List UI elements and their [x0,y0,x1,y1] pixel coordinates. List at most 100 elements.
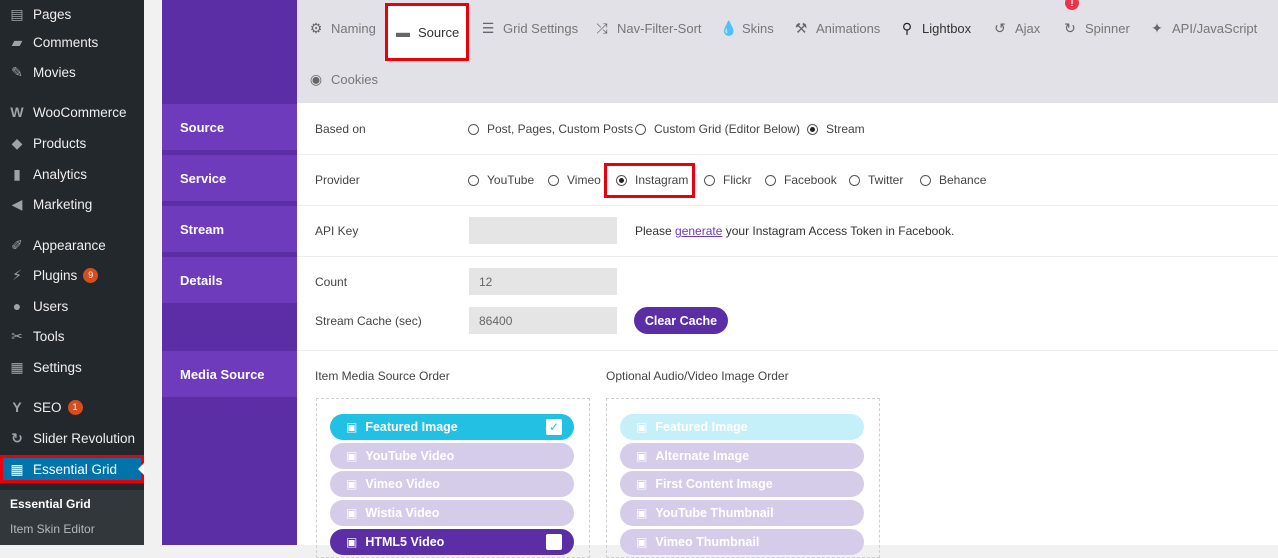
media-icon: ▣ [636,449,648,463]
divider [297,205,1278,206]
provider-option-flickr[interactable]: Flickr [704,173,752,187]
radio-label: Stream [826,122,865,136]
provider-option-facebook[interactable]: Facebook [765,173,837,187]
wp-menu-slider-revolution[interactable]: ↻ Slider Revolution [0,424,144,452]
media_order-item-vimeo-video[interactable]: ▣ Vimeo Video [330,471,574,497]
generate-link[interactable]: generate [675,224,722,238]
av_order-item-alternate-image[interactable]: ▣ Alternate Image [620,443,864,469]
section-service[interactable]: Service [162,155,297,201]
provider-option-vimeo[interactable]: Vimeo [548,173,601,187]
tab-source[interactable]: ▬ Source [385,3,469,61]
provider-option-youtube[interactable]: YouTube [468,173,534,187]
wp-menu-label: Tools [33,328,65,344]
media-icon: ▣ [346,420,358,434]
media-icon: ▣ [346,477,358,491]
tab-cookies[interactable]: ◉ Cookies [309,69,378,89]
based_on-option-post-pages-custom-posts[interactable]: Post, Pages, Custom Posts [468,122,633,136]
wp-menu-label: Appearance [33,237,106,253]
wp-menu-pages[interactable]: ▤ Pages [0,0,144,28]
av_order-item-featured-image[interactable]: ▣ Featured Image [620,414,864,440]
radio-button[interactable] [616,174,627,186]
wp-menu-settings[interactable]: ▦ Settings [0,353,144,381]
provider-option-twitter[interactable]: Twitter [849,173,903,187]
brush-icon: ✐ [11,236,23,253]
media_order-item-html5-video[interactable]: ▣ HTML5 Video [330,529,574,555]
tab-label: Naming [331,20,376,36]
based_on-option-custom-grid-editor-below[interactable]: Custom Grid (Editor Below) [635,122,800,136]
wp-menu-seo[interactable]: Y SEO 1 [0,393,144,421]
wp-menu-essential-grid[interactable]: ▦ Essential Grid [0,455,144,483]
provider-option-instagram[interactable]: Instagram [616,173,688,187]
wp-menu-woocommerce[interactable]: W WooCommerce [0,98,144,126]
wp-menu-label: Plugins [33,267,78,283]
enable-checkbox[interactable]: ✓ [546,419,562,435]
media-icon: ▣ [636,506,648,520]
tab-skins[interactable]: 💧 Skins [720,18,774,38]
based_on-option-stream[interactable]: Stream [807,122,865,136]
tab-spinner[interactable]: ↻ Spinner [1063,18,1130,38]
wp-menu-label: Marketing [33,196,93,212]
media_order-item-featured-image[interactable]: ▣ Featured Image ✓ [330,414,574,440]
av_order-item-vimeo-thumbnail[interactable]: ▣ Vimeo Thumbnail [620,529,864,555]
av_order-item-youtube-thumbnail[interactable]: ▣ YouTube Thumbnail [620,500,864,526]
pill-label: Wistia Video [365,506,440,520]
pill-label: First Content Image [655,477,773,491]
submenu-item-skin-editor[interactable]: Item Skin Editor [10,522,95,536]
divider [297,350,1278,351]
tab-label: API/JavaScript [1172,20,1258,36]
section-details[interactable]: Details [162,257,297,303]
provider-option-behance[interactable]: Behance [920,173,986,187]
tab-nav-filter-sort[interactable]: ⤮ Nav-Filter-Sort [595,18,701,38]
count-label: Count [315,275,348,289]
radio-button[interactable] [849,174,860,186]
divider [297,154,1278,155]
wp-menu-label: Pages [33,6,72,22]
tab-naming[interactable]: ⚙ Naming [309,18,376,38]
tab-label: Animations [816,20,881,36]
radio-button[interactable] [807,123,818,135]
radio-button[interactable] [635,123,646,135]
wp-menu-marketing[interactable]: ◀ Marketing [0,190,144,218]
radio-label: Custom Grid (Editor Below) [654,122,801,136]
api-key-label: API Key [315,224,359,238]
radio-button[interactable] [548,174,559,186]
radio-button[interactable] [765,174,776,186]
radio-button[interactable] [704,174,715,186]
wp-menu-tools[interactable]: ✂ Tools [0,322,144,350]
radio-button[interactable] [468,123,479,135]
wp-menu-products[interactable]: ◆ Products [0,129,144,157]
tab-grid-settings[interactable]: ☰ Grid Settings [481,18,578,38]
tab-animations[interactable]: ⚒ Animations [794,18,881,38]
tab-label: Source [418,24,460,40]
wp-menu-appearance[interactable]: ✐ Appearance [0,231,144,259]
tab-label: Lightbox [922,20,972,36]
media_order-item-youtube-video[interactable]: ▣ YouTube Video [330,443,574,469]
tab-label: Spinner [1085,20,1130,36]
section-media-source[interactable]: Media Source [162,351,297,397]
stream-cache-input[interactable] [469,307,617,334]
wp-menu-users[interactable]: ● Users [0,292,144,320]
wp-menu-label: WooCommerce [33,104,127,120]
tools-icon: ⚒ [794,19,808,36]
radio-button[interactable] [920,174,931,186]
wp-menu-movies[interactable]: ✎ Movies [0,58,144,86]
clear-cache-button[interactable]: Clear Cache [634,307,728,334]
wp-menu-plugins[interactable]: ⚡ Plugins 9 [0,261,144,289]
section-source[interactable]: Source [162,104,297,150]
enable-checkbox[interactable] [546,534,562,550]
wp-menu-comments[interactable]: ▰ Comments [0,28,144,56]
wp-menu-label: Settings [33,359,82,375]
tab-api-javascript[interactable]: ✦ API/JavaScript [1150,18,1257,38]
tab-lightbox[interactable]: ⚲ Lightbox [900,18,971,38]
tab-ajax[interactable]: ↺ Ajax [993,18,1040,38]
api-key-input[interactable] [469,217,617,244]
media_order-item-wistia-video[interactable]: ▣ Wistia Video [330,500,574,526]
av_order-item-first-content-image[interactable]: ▣ First Content Image [620,471,864,497]
section-stream[interactable]: Stream [162,206,297,252]
count-input[interactable] [469,268,617,295]
wp-menu-label: SEO [33,399,62,415]
submenu-essential-grid[interactable]: Essential Grid [10,497,91,511]
radio-button[interactable] [468,174,479,186]
wp-menu-analytics[interactable]: ▮ Analytics [0,160,144,188]
pin-icon: ✎ [11,63,23,80]
